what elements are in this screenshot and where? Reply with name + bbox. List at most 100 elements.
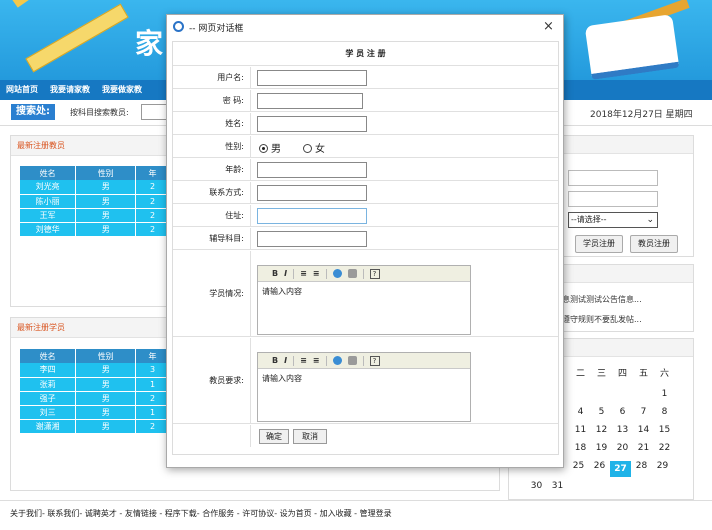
table-row[interactable]: 刘三男 1 bbox=[20, 405, 170, 420]
ordered-list-icon[interactable]: ≡ bbox=[300, 269, 307, 278]
calendar-day[interactable]: 31 bbox=[547, 481, 568, 491]
italic-icon[interactable]: I bbox=[284, 269, 287, 278]
calendar-day[interactable]: 11 bbox=[570, 425, 591, 435]
subject-input[interactable] bbox=[257, 231, 367, 247]
calendar-day[interactable]: 4 bbox=[570, 407, 591, 417]
calendar-day[interactable]: 7 bbox=[633, 407, 654, 417]
calendar-day[interactable]: 14 bbox=[633, 425, 654, 435]
table-cell: 3 bbox=[135, 363, 170, 378]
editor-content[interactable]: 请输入内容 bbox=[258, 369, 470, 388]
gender-female-radio[interactable]: 女 bbox=[303, 140, 325, 155]
student-register-button[interactable]: 学员注册 bbox=[575, 235, 623, 253]
nav-hire-tutor[interactable]: 我要请家教 bbox=[50, 84, 90, 95]
table-cell: 李四 bbox=[20, 363, 77, 378]
table-row[interactable]: 谢潇湘男 2 bbox=[20, 419, 170, 434]
calendar-day[interactable]: 13 bbox=[612, 425, 633, 435]
form-title: 学 员 注 册 bbox=[173, 42, 558, 66]
table-cell: 王军 bbox=[20, 208, 77, 223]
radio-unselected-icon bbox=[303, 144, 312, 153]
editor-content[interactable]: 请输入内容 bbox=[258, 282, 470, 301]
image-icon[interactable] bbox=[347, 356, 357, 365]
nav-be-tutor[interactable]: 我要做家教 bbox=[102, 84, 142, 95]
italic-icon[interactable]: I bbox=[284, 356, 287, 365]
notice-item[interactable]: 遵守规则不要乱发帖... bbox=[562, 314, 642, 325]
footer-links[interactable]: 关于我们- 联系我们- 诚聘英才 - 友情链接 - 程序下载- 合作服务 - 许… bbox=[10, 508, 392, 519]
calendar-day[interactable]: 18 bbox=[570, 443, 591, 453]
close-icon[interactable]: × bbox=[543, 19, 554, 34]
table-row[interactable]: 刘德华男 2 bbox=[20, 222, 170, 237]
unordered-list-icon[interactable]: ≡ bbox=[313, 356, 320, 365]
tutor-req-label: 教员要求: bbox=[173, 338, 251, 423]
contact-label: 联系方式: bbox=[173, 182, 251, 203]
calendar-day[interactable]: 15 bbox=[654, 425, 675, 435]
table-row[interactable]: 李四男 3 bbox=[20, 363, 170, 378]
calendar-day[interactable]: 25 bbox=[568, 461, 589, 477]
role-select[interactable]: --请选择-- ⌄ bbox=[568, 212, 658, 228]
table-cell: 谢潇湘 bbox=[20, 419, 77, 434]
tutor-req-editor[interactable]: B I ≡ ≡ ? 请输入内容 bbox=[257, 352, 471, 422]
calendar-day[interactable]: 22 bbox=[654, 443, 675, 453]
table-cell: 2 bbox=[135, 208, 170, 223]
toolbar-separator bbox=[362, 355, 364, 366]
username-input[interactable] bbox=[257, 70, 367, 86]
search-here-label: 搜索处: bbox=[11, 104, 55, 120]
calendar-day[interactable]: 6 bbox=[612, 407, 633, 417]
table-cell: 2 bbox=[135, 391, 170, 406]
calendar-week: 4 5 6 7 8 bbox=[570, 407, 675, 417]
table-row[interactable]: 强子男 2 bbox=[20, 391, 170, 406]
bold-icon[interactable]: B bbox=[272, 269, 278, 278]
row-gender: 性别: 男 女 bbox=[173, 136, 558, 158]
calendar-day[interactable]: 1 bbox=[654, 389, 675, 399]
link-globe-icon[interactable] bbox=[332, 356, 342, 365]
gender-male-radio[interactable]: 男 bbox=[259, 140, 281, 155]
calendar-day[interactable]: 19 bbox=[591, 443, 612, 453]
table-row[interactable]: 王军男 2 bbox=[20, 208, 170, 223]
table-cell: 陈小丽 bbox=[20, 194, 77, 209]
calendar-week: 1 bbox=[570, 389, 675, 399]
column-header: 性别 bbox=[75, 349, 137, 363]
name-input[interactable] bbox=[257, 116, 367, 132]
cancel-button[interactable]: 取消 bbox=[293, 429, 327, 444]
table-cell: 男 bbox=[75, 194, 137, 209]
help-icon[interactable]: ? bbox=[369, 355, 380, 366]
column-header: 年 bbox=[135, 349, 170, 363]
table-row[interactable]: 陈小丽男 2 bbox=[20, 194, 170, 209]
confirm-button[interactable]: 确定 bbox=[259, 429, 289, 444]
row-password: 密 码: bbox=[173, 90, 558, 112]
calendar-day[interactable]: 21 bbox=[633, 443, 654, 453]
table-row[interactable]: 刘光亮男 2 bbox=[20, 180, 170, 195]
tutor-register-button[interactable]: 教员注册 bbox=[630, 235, 678, 253]
calendar-day[interactable]: 20 bbox=[612, 443, 633, 453]
gender-label: 性别: bbox=[173, 136, 251, 157]
address-input[interactable] bbox=[257, 208, 367, 224]
notice-item[interactable]: 息测试测试公告信息... bbox=[562, 294, 642, 305]
help-icon[interactable]: ? bbox=[369, 268, 380, 279]
table-cell: 强子 bbox=[20, 391, 77, 406]
student-info-editor[interactable]: B I ≡ ≡ ? 请输入内容 bbox=[257, 265, 471, 335]
calendar-day[interactable]: 29 bbox=[652, 461, 673, 477]
unordered-list-icon[interactable]: ≡ bbox=[313, 269, 320, 278]
table-cell: 2 bbox=[135, 194, 170, 209]
calendar-day[interactable]: 26 bbox=[589, 461, 610, 477]
role-select-value: --请选择-- bbox=[571, 215, 607, 224]
nav-home[interactable]: 网站首页 bbox=[6, 84, 38, 95]
login-password-input[interactable] bbox=[568, 191, 658, 207]
calendar-day[interactable]: 8 bbox=[654, 407, 675, 417]
age-input[interactable] bbox=[257, 162, 367, 178]
contact-input[interactable] bbox=[257, 185, 367, 201]
table-row[interactable]: 张莉男 1 bbox=[20, 377, 170, 392]
calendar-day[interactable]: 28 bbox=[631, 461, 652, 477]
calendar-today[interactable]: 27 bbox=[610, 461, 631, 477]
link-globe-icon[interactable] bbox=[332, 269, 342, 278]
calendar-day[interactable]: 12 bbox=[591, 425, 612, 435]
top-nav: 网站首页 我要请家教 我要做家教 bbox=[6, 84, 142, 95]
calendar-day[interactable]: 5 bbox=[591, 407, 612, 417]
image-icon[interactable] bbox=[347, 269, 357, 278]
login-username-input[interactable] bbox=[568, 170, 658, 186]
ordered-list-icon[interactable]: ≡ bbox=[300, 356, 307, 365]
password-input[interactable] bbox=[257, 93, 363, 109]
calendar-day[interactable]: 30 bbox=[526, 481, 547, 491]
bold-icon[interactable]: B bbox=[272, 356, 278, 365]
student-info-label: 学员情况: bbox=[173, 251, 251, 336]
column-header: 年 bbox=[135, 166, 170, 180]
